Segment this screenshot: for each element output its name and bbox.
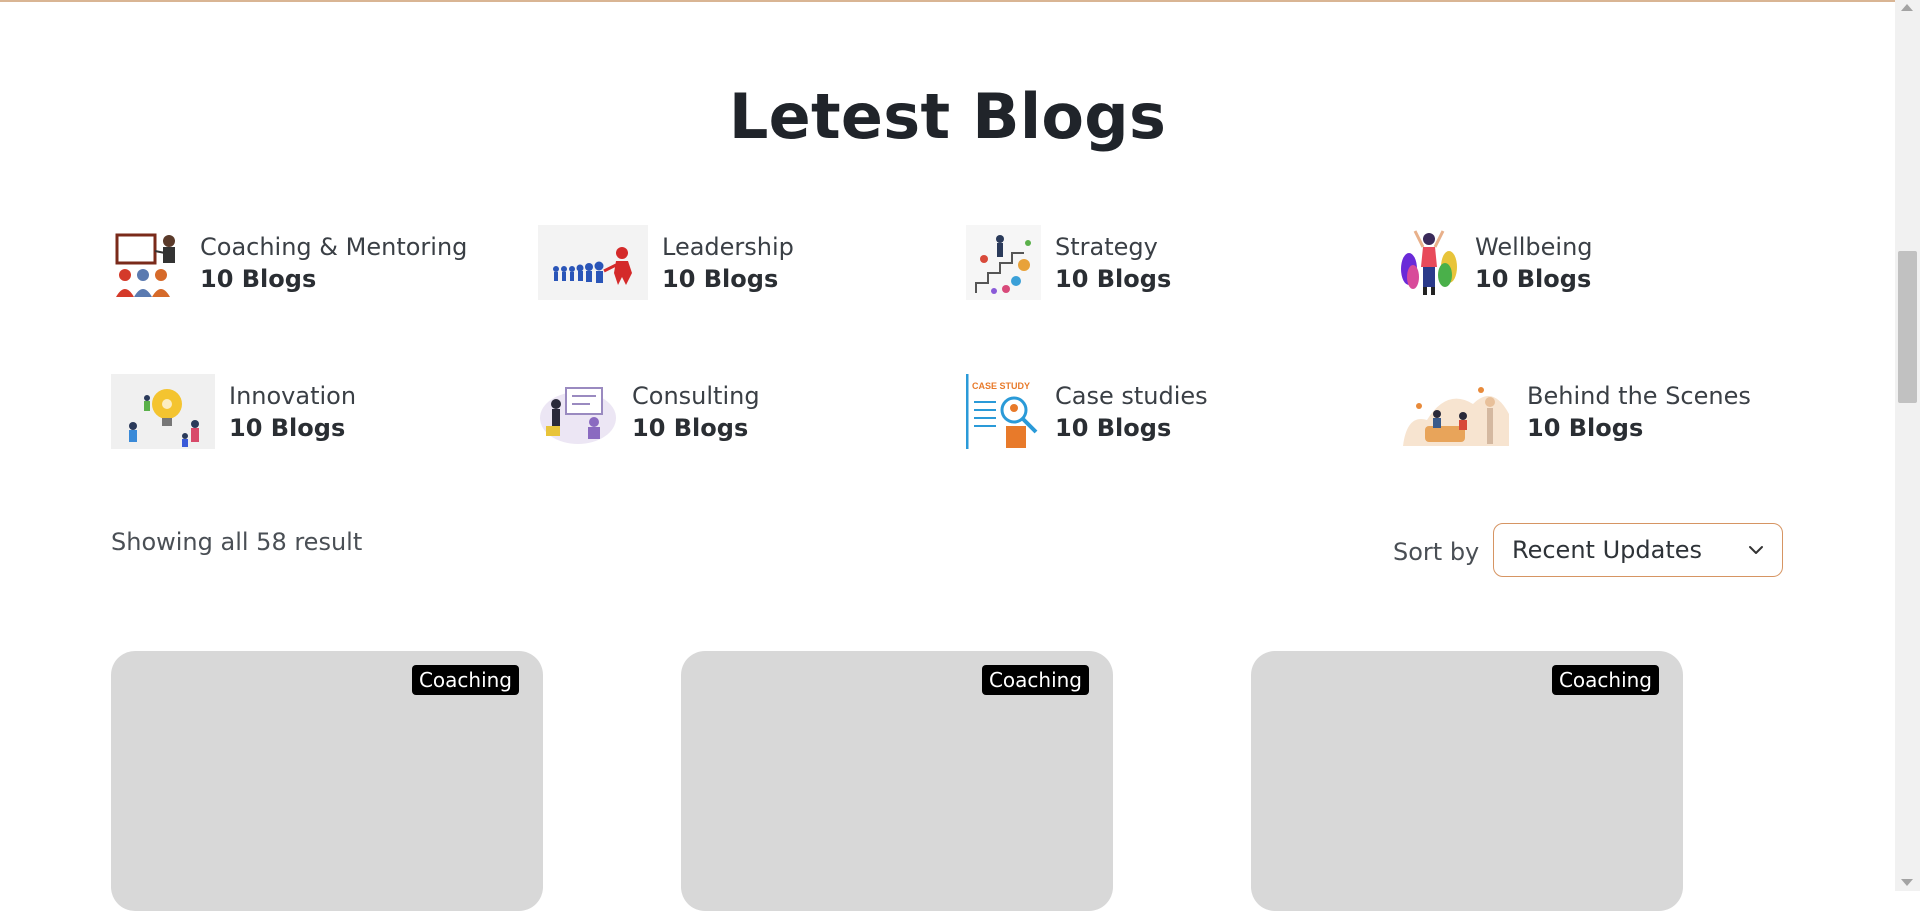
category-case-studies[interactable]: CASE STUDY Case studies 10 Blogs (966, 374, 1208, 449)
category-count: 10 Blogs (1475, 264, 1592, 293)
category-innovation[interactable]: Innovation 10 Blogs (111, 374, 356, 449)
wellbeing-icon (1401, 230, 1457, 295)
consulting-icon (540, 387, 616, 444)
blog-card[interactable]: Coaching (111, 651, 543, 911)
results-count: Showing all 58 result (111, 528, 363, 556)
sort-selected-value: Recent Updates (1512, 536, 1702, 564)
chevron-down-icon (1749, 546, 1763, 554)
scroll-down-arrow-icon[interactable] (1901, 879, 1913, 886)
blog-card[interactable]: Coaching (1251, 651, 1683, 911)
category-name: Consulting (632, 381, 760, 410)
card-category-tag[interactable]: Coaching (981, 665, 1089, 695)
card-category-tag[interactable]: Coaching (1551, 665, 1659, 695)
category-name: Innovation (229, 381, 357, 410)
category-count: 10 Blogs (1527, 413, 1644, 442)
category-name: Case studies (1055, 381, 1208, 410)
category-name: Strategy (1055, 232, 1158, 261)
category-count: 10 Blogs (1055, 264, 1172, 293)
category-count: 10 Blogs (662, 264, 779, 293)
case-study-icon: CASE STUDY (966, 374, 1041, 449)
category-count: 10 Blogs (1055, 413, 1172, 442)
scroll-up-arrow-icon[interactable] (1901, 4, 1913, 11)
blog-card[interactable]: Coaching (681, 651, 1113, 911)
category-leadership[interactable]: Leadership 10 Blogs (538, 225, 794, 300)
category-consulting[interactable]: Consulting 10 Blogs (538, 374, 760, 449)
sort-label: Sort by (1393, 538, 1480, 566)
category-name: Leadership (662, 232, 794, 261)
vertical-scrollbar[interactable] (1895, 0, 1920, 891)
category-name: Behind the Scenes (1527, 381, 1751, 410)
category-count: 10 Blogs (229, 413, 346, 442)
card-category-tag[interactable]: Coaching (411, 665, 519, 695)
top-divider (0, 0, 1895, 2)
category-wellbeing[interactable]: Wellbeing 10 Blogs (1397, 225, 1593, 300)
category-count: 10 Blogs (200, 264, 317, 293)
leadership-icon (538, 225, 648, 300)
category-name: Wellbeing (1475, 232, 1593, 261)
case-study-text: CASE STUDY (972, 381, 1030, 391)
category-name: Coaching & Mentoring (200, 232, 468, 261)
scrollbar-thumb[interactable] (1898, 251, 1917, 403)
category-strategy[interactable]: Strategy 10 Blogs (966, 225, 1171, 300)
sort-select[interactable]: Recent Updates (1493, 523, 1783, 577)
category-count: 10 Blogs (632, 413, 749, 442)
coaching-mentoring-icon (115, 233, 175, 297)
innovation-icon (111, 374, 215, 449)
behind-the-scenes-icon (1403, 387, 1509, 446)
page-title: Letest Blogs (728, 80, 1167, 153)
category-coaching-mentoring[interactable]: Coaching & Mentoring 10 Blogs (111, 225, 467, 300)
category-behind-the-scenes[interactable]: Behind the Scenes 10 Blogs (1397, 374, 1751, 449)
strategy-icon (966, 225, 1041, 300)
